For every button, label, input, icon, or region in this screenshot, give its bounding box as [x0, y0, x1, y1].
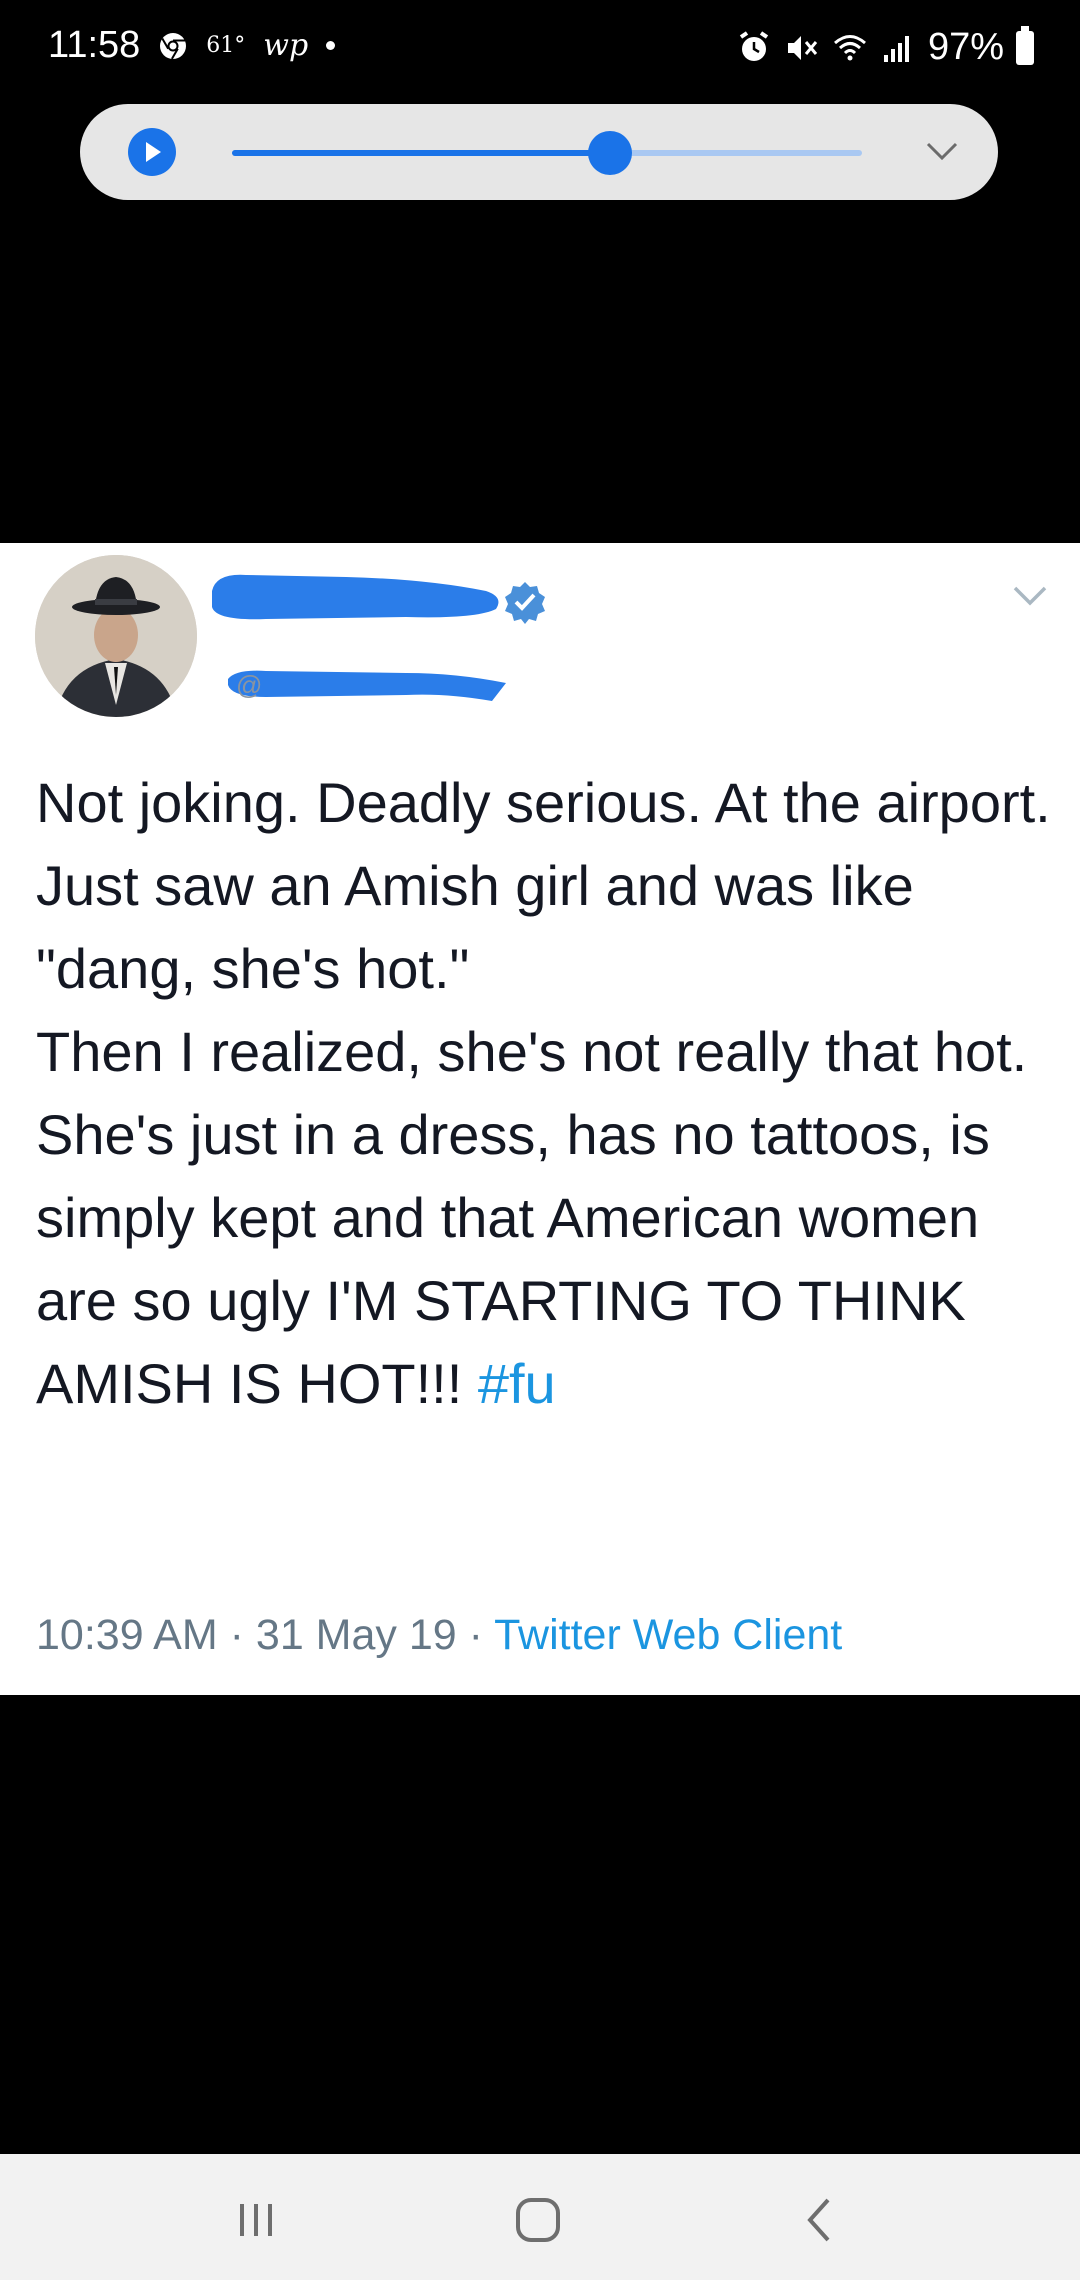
notification-dot: [326, 41, 336, 50]
tweet-card: @ Not joking. Deadly serious. At the air…: [0, 543, 1080, 1695]
alarm-icon: [739, 30, 769, 61]
status-bar: 11:58 61° wp 97%: [0, 0, 1080, 105]
status-bar-left: 11:58 61° wp: [48, 24, 336, 67]
mute-icon: [787, 35, 818, 60]
status-temperature: 61°: [206, 33, 246, 58]
battery-percent: 97%: [927, 26, 1004, 68]
status-time: 11:58: [48, 24, 141, 66]
tweet-time: 10:39 AM: [36, 1611, 218, 1659]
tweet-menu-chevron-icon[interactable]: [1012, 583, 1048, 609]
signal-icon: [883, 35, 909, 62]
recents-icon[interactable]: [228, 2192, 284, 2248]
wifi-icon: [833, 34, 866, 60]
status-news-app-icon: wp: [263, 28, 309, 63]
playback-progress: [232, 150, 610, 156]
meta-separator: ·: [217, 1611, 256, 1659]
chrome-icon: [160, 32, 187, 59]
tweet-date: 31 May 19: [255, 1611, 457, 1659]
phone-screen: 11:58 61° wp 97% @ Not joking. Deadly se…: [0, 0, 1080, 2280]
tweet-meta: 10:39 AM · 31 May 19 · Twitter Web Clien…: [36, 1611, 842, 1660]
playback-slider[interactable]: [232, 131, 862, 175]
handle-prefix: @: [236, 670, 262, 700]
redacted-user-name: @: [212, 574, 506, 701]
avatar[interactable]: [35, 555, 197, 717]
verified-badge-icon: [505, 582, 545, 624]
play-icon: [146, 142, 161, 162]
tweet-text: Not joking. Deadly serious. At the airpo…: [36, 761, 1066, 1425]
media-control: [80, 104, 998, 200]
meta-separator: ·: [456, 1611, 495, 1659]
hashtag-link[interactable]: #fu: [478, 1352, 556, 1415]
chevron-down-icon[interactable]: [922, 134, 962, 170]
playback-slider-thumb[interactable]: [588, 131, 632, 175]
tweet-text-line: Just saw an Amish girl and was like "dan…: [36, 854, 914, 1000]
status-bar-right: 97%: [736, 25, 1034, 69]
tweet-source-link[interactable]: Twitter Web Client: [494, 1611, 842, 1659]
battery-icon: [1016, 25, 1034, 65]
play-button[interactable]: [128, 128, 176, 176]
avatar-photo: [35, 555, 197, 717]
back-icon[interactable]: [792, 2192, 848, 2248]
tweet-text-line: Not joking. Deadly serious. At the airpo…: [36, 771, 1051, 834]
navigation-bar: [0, 2154, 1080, 2280]
tweet-text-line: Then I realized, she's not really that h…: [36, 1010, 1066, 1425]
home-icon[interactable]: [510, 2192, 566, 2248]
